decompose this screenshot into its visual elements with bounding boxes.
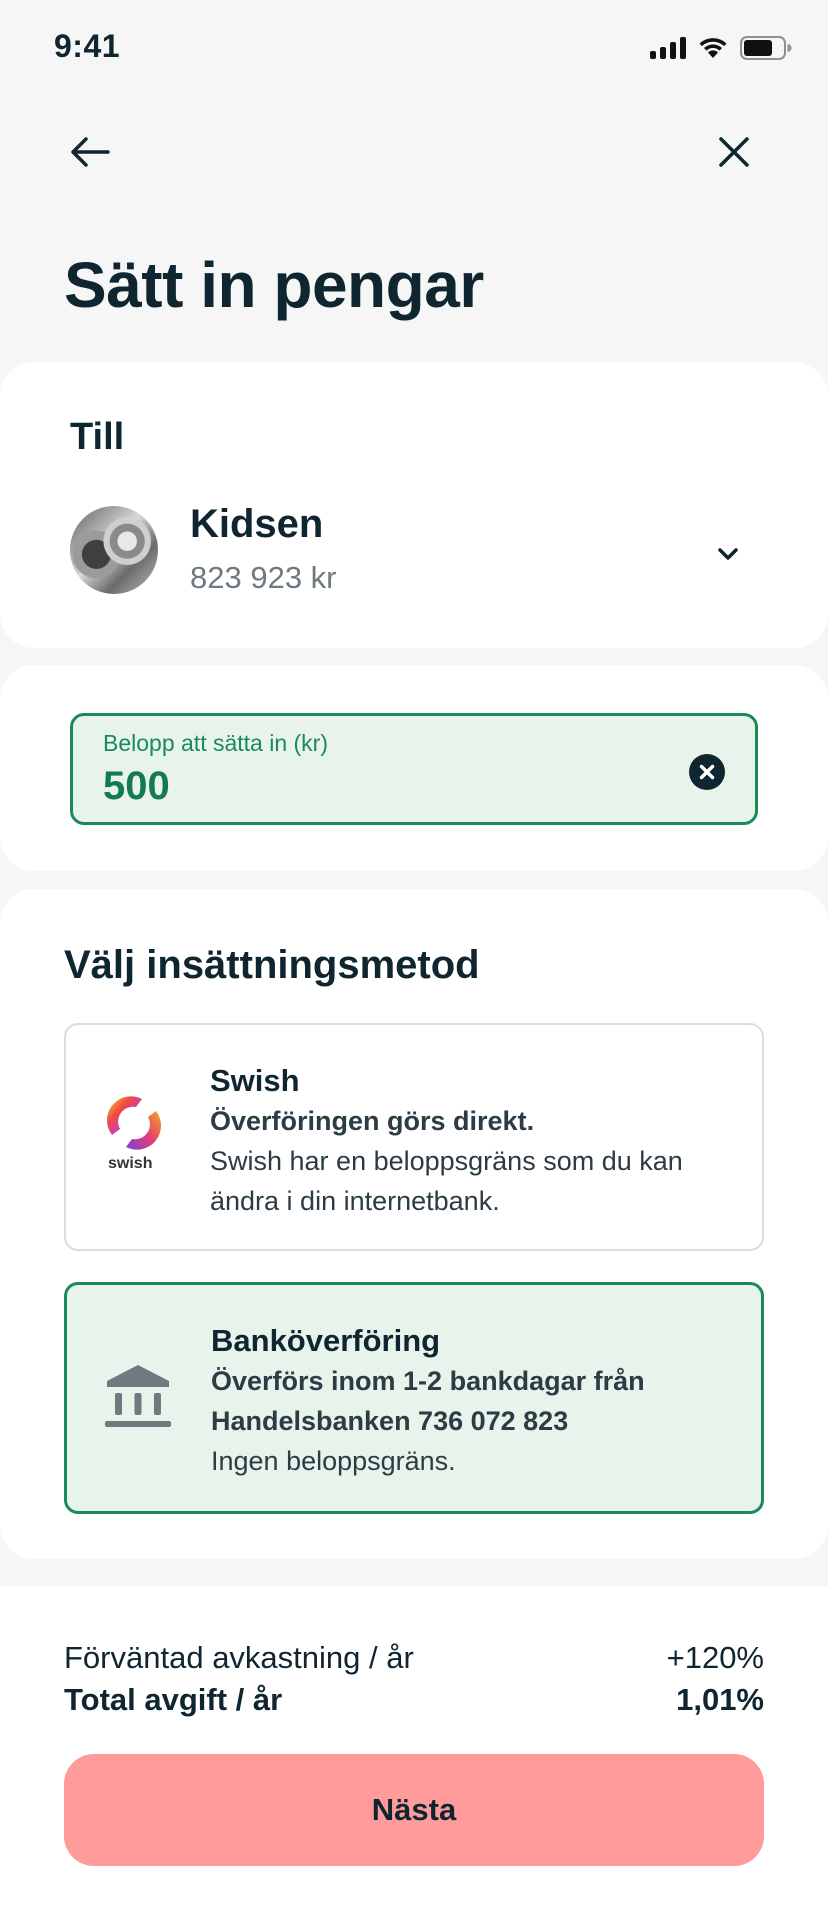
total-fee-value: 1,01% — [676, 1682, 764, 1717]
method-name: Banköverföring — [211, 1323, 441, 1358]
amount-card: Belopp att sätta in (kr) 500 — [0, 665, 828, 871]
status-bar: 9:41 — [0, 0, 828, 100]
method-description: Swish har en beloppsgräns som du kan änd… — [210, 1146, 683, 1216]
account-balance: 823 923 kr — [190, 560, 337, 595]
recipient-card: Till Kidsen 823 923 kr — [0, 362, 828, 648]
battery-icon — [740, 36, 792, 60]
swish-logo-icon: swish — [102, 1093, 172, 1173]
nav-bar — [0, 120, 828, 180]
next-button[interactable]: Nästa — [64, 1754, 764, 1866]
wifi-icon — [698, 37, 728, 59]
signal-icon — [650, 37, 686, 59]
deposit-method-card: Välj insättningsmetod swish Swish Överfö… — [0, 889, 828, 1559]
summary-footer: Förväntad avkastning / år +120% Total av… — [0, 1586, 828, 1914]
method-name: Swish — [210, 1063, 300, 1098]
expected-return-label: Förväntad avkastning / år — [64, 1640, 414, 1675]
status-icons — [650, 36, 792, 60]
expected-return-row: Förväntad avkastning / år +120% — [64, 1640, 764, 1676]
deposit-method-title: Välj insättningsmetod — [64, 943, 480, 987]
back-button[interactable] — [66, 128, 114, 176]
bank-icon — [103, 1361, 173, 1441]
clear-amount-button[interactable] — [689, 754, 725, 790]
method-option-bank-transfer[interactable]: Banköverföring Överförs inom 1-2 bankdag… — [64, 1282, 764, 1514]
arrow-left-icon — [71, 137, 110, 167]
amount-value[interactable]: 500 — [103, 764, 170, 809]
total-fee-label: Total avgift / år — [64, 1682, 283, 1717]
chevron-down-icon — [718, 548, 738, 560]
account-name[interactable]: Kidsen — [190, 502, 323, 547]
close-button[interactable] — [710, 128, 758, 176]
method-text-swish: Swish Överföringen görs direkt. Swish ha… — [210, 1061, 726, 1221]
method-option-swish[interactable]: swish Swish Överföringen görs direkt. Sw… — [64, 1023, 764, 1251]
status-time: 9:41 — [54, 28, 121, 64]
expected-return-value: +120% — [666, 1640, 764, 1675]
clear-icon — [699, 764, 715, 780]
close-icon — [719, 137, 749, 167]
amount-input[interactable]: Belopp att sätta in (kr) 500 — [70, 713, 758, 825]
method-subtitle: Överförs inom 1-2 bankdagar från Handels… — [211, 1366, 645, 1436]
amount-label: Belopp att sätta in (kr) — [103, 730, 328, 756]
to-label: Till — [70, 416, 125, 458]
method-description: Ingen beloppsgräns. — [211, 1446, 456, 1476]
total-fee-row: Total avgift / år 1,01% — [64, 1682, 764, 1718]
page-title: Sätt in pengar — [64, 249, 484, 321]
swish-logo-text: swish — [108, 1155, 153, 1172]
account-dropdown-toggle[interactable] — [710, 536, 746, 572]
method-subtitle: Överföringen görs direkt. — [210, 1106, 535, 1136]
avatar — [70, 506, 158, 594]
method-text-bank: Banköverföring Överförs inom 1-2 bankdag… — [211, 1321, 725, 1481]
